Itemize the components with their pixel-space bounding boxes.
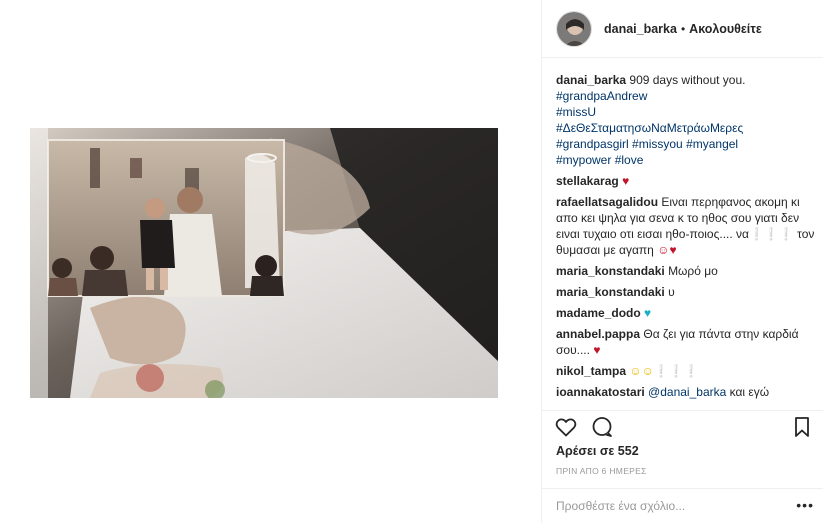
post-photo[interactable] [30, 128, 498, 398]
comment-text: υ [668, 285, 675, 299]
comment-input[interactable] [556, 499, 786, 513]
comment-item: annabel.pappa Θα ζει για πάντα στην καρδ… [556, 326, 818, 358]
comment-username-link[interactable]: nikol_tampa [556, 364, 626, 378]
comment-item: maria_konstandaki υ [556, 284, 818, 300]
comment-bubble-icon[interactable] [590, 415, 614, 442]
comments-list: danai_barka 909 days without you. #grand… [556, 72, 818, 404]
emoji-icon: ☺☺❕❕❕ [629, 364, 699, 378]
comment-item: maria_konstandaki Μωρό μο [556, 263, 818, 279]
post-side-panel: danai_barka • Ακολουθείτε danai_barka 90… [541, 0, 823, 523]
header-separator: • [680, 21, 686, 36]
action-bar [542, 410, 823, 440]
bookmark-icon[interactable] [792, 415, 812, 442]
comment-username-link[interactable]: maria_konstandaki [556, 264, 665, 278]
hashtag-link[interactable]: #mypower #love [556, 152, 818, 168]
comment-item: rafaellatsagalidou Ειναι περηφανος ακομη… [556, 194, 818, 258]
comment-username-link[interactable]: madame_dodo [556, 306, 641, 320]
post-media-area [0, 0, 528, 523]
mention-link[interactable]: @danai_barka [648, 385, 726, 399]
comment-text: Μωρό μο [668, 264, 718, 278]
caption-text: 909 days without you. [629, 73, 746, 87]
caption: danai_barka 909 days without you. #grand… [556, 72, 818, 168]
avatar[interactable] [556, 10, 592, 47]
comment-text: και εγώ [729, 385, 770, 399]
comment-username-link[interactable]: maria_konstandaki [556, 285, 665, 299]
heart-outline-icon[interactable] [554, 415, 578, 442]
add-comment-bar: ••• [542, 488, 823, 523]
hashtag-link[interactable]: #missU [556, 104, 818, 120]
comment-item: madame_dodo ♥ [556, 305, 818, 321]
comment-item: nikol_tampa ☺☺❕❕❕ [556, 363, 818, 379]
hashtag-link[interactable]: #grandpasgirl #missyou #myangel [556, 136, 818, 152]
emoji-icon: ☺♥ [657, 243, 677, 257]
caption-username-link[interactable]: danai_barka [556, 73, 626, 87]
heart-emoji-icon: ♥ [622, 174, 630, 188]
comment-username-link[interactable]: stellakarag [556, 174, 619, 188]
likes-count-link[interactable]: Αρέσει σε 552 [556, 444, 639, 458]
following-button[interactable]: Ακολουθείτε [689, 22, 762, 36]
post-header: danai_barka • Ακολουθείτε [542, 0, 823, 58]
cyan-heart-emoji-icon: ♥ [644, 306, 652, 320]
header-username-link[interactable]: danai_barka [604, 22, 677, 36]
hashtag-link[interactable]: #ΔεΘεΣταματησωΝαΜετράωΜερες [556, 120, 818, 136]
more-options-button[interactable]: ••• [796, 497, 814, 513]
comment-item: stellakarag ♥ [556, 173, 818, 189]
post-timestamp[interactable]: ΠΡΙΝ ΑΠΟ 6 ΗΜΕΡΕΣ [556, 466, 647, 476]
comment-username-link[interactable]: ioannakatostari [556, 385, 645, 399]
heart-emoji-icon: ♥ [593, 343, 601, 357]
comment-username-link[interactable]: annabel.pappa [556, 327, 640, 341]
comment-username-link[interactable]: rafaellatsagalidou [556, 195, 658, 209]
comment-item: ioannakatostari @danai_barka και εγώ [556, 384, 818, 400]
hashtag-link[interactable]: #grandpaAndrew [556, 88, 818, 104]
